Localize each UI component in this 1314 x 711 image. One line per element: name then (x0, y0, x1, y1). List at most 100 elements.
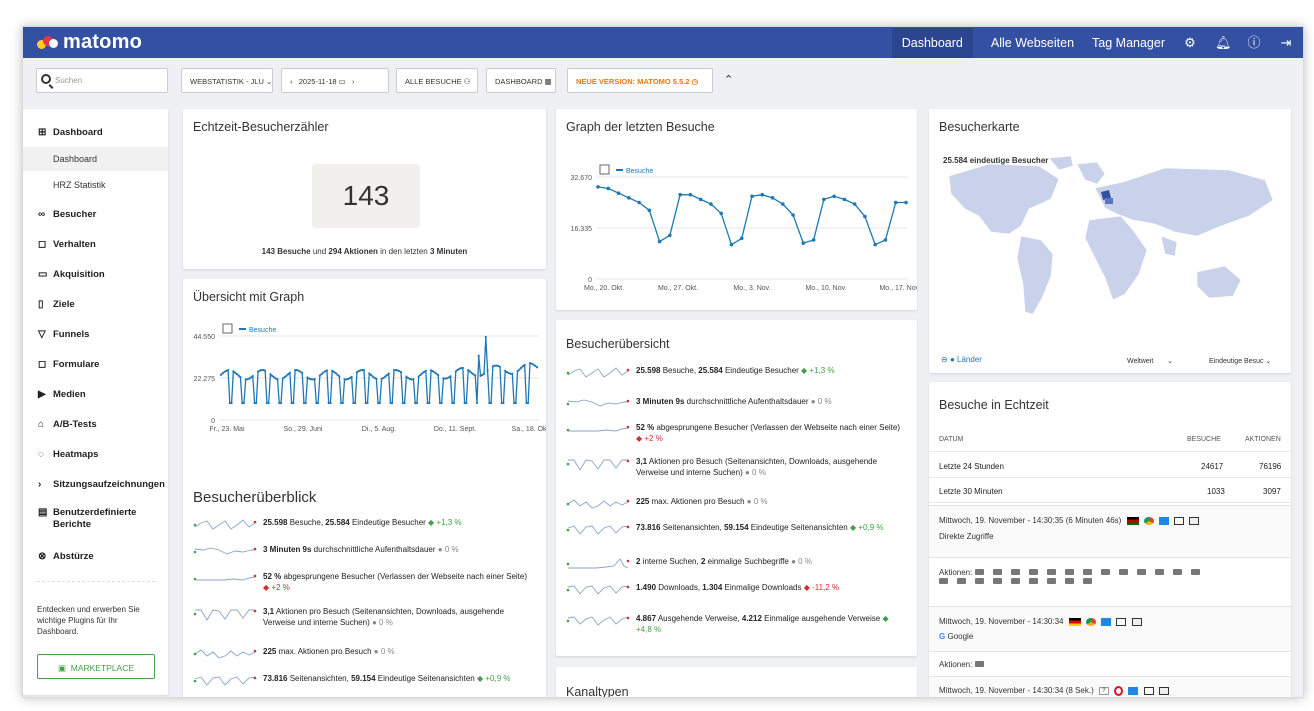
summary-row[interactable]: 4.867 Ausgehende Verweise, 4.212 Einmali… (566, 613, 906, 635)
summary-row[interactable]: 225 max. Aktionen pro Besuch ● 0 % (566, 496, 906, 512)
trend-icon: ● (435, 545, 445, 554)
sparkline-path (567, 585, 629, 595)
world-map[interactable] (929, 154, 1291, 344)
data-point (249, 376, 253, 379)
data-point (516, 370, 519, 373)
gear-icon[interactable]: ⚙ (1183, 35, 1197, 50)
summary-row[interactable]: 25.598 Besuche, 25.584 Eindeutige Besuch… (566, 365, 906, 381)
summary-row[interactable]: 225 max. Aktionen pro Besuch ● 0 % (193, 646, 533, 662)
summary-row[interactable]: 3 Minuten 9s durchschnittliche Aufenthal… (193, 544, 533, 560)
data-point (421, 372, 424, 375)
sparkline-end-dot (253, 676, 257, 680)
metric-value: 25.584 (325, 518, 350, 527)
toolbar: Suchen WEBSTATISTIK - JLU ⌄ ‹ 2025-11-18… (23, 58, 1303, 102)
sidebar-item-custom-reports[interactable]: ▤ Benutzerdefinierte Berichte (23, 507, 168, 531)
metric-label: abgesprungene Besucher (Verlassen der We… (281, 572, 528, 581)
metric-value: 225 (636, 497, 650, 506)
prev-period-icon[interactable]: ‹ (290, 77, 293, 86)
visit-entry[interactable]: Mittwoch, 19. November - 14:30:34 (8 Sek… (929, 676, 1291, 697)
metric-label: Eindeutige Seitenansichten (375, 674, 475, 683)
visitor-summary-widget: Besucherübersicht 25.598 Besuche, 25.584… (556, 320, 917, 656)
matomo-window: matomo Dashboard Alle Webseiten Tag Mana… (22, 26, 1304, 698)
sidebar-item-dashboard[interactable]: ⊞ Dashboard (23, 127, 168, 138)
trend-icon: ● (788, 557, 799, 566)
summary-text: 52 % abgesprungene Besucher (Verlassen d… (636, 422, 906, 444)
data-point (387, 372, 390, 375)
collapse-icon[interactable]: ⌃ (724, 73, 733, 86)
dashboard-menu-button[interactable]: DASHBOARD ▦ (486, 68, 556, 93)
summary-row[interactable]: 25.598 Besuche, 25.584 Eindeutige Besuch… (193, 517, 533, 533)
metric-label: Eindeutige Besucher (349, 518, 426, 527)
site-selector[interactable]: WEBSTATISTIK - JLU ⌄ (181, 68, 273, 93)
date-label: 2025-11-18 (298, 77, 337, 86)
sidebar-item-verhalten[interactable]: ◻ Verhalten (23, 239, 168, 250)
new-version-button[interactable]: NEUE VERSION: MATOMO 5.5.2 ◷ (567, 68, 713, 93)
data-point (498, 365, 502, 368)
channel-types-widget: Kanaltypen (556, 667, 917, 697)
nav-all-websites[interactable]: Alle Webseiten (991, 36, 1074, 50)
summary-row[interactable]: 3 Minuten 9s durchschnittliche Aufenthal… (566, 396, 906, 412)
info-icon[interactable]: ⓘ (1247, 35, 1261, 50)
visit-entry[interactable]: Mittwoch, 19. November - 14:30:35 (6 Min… (929, 505, 1291, 557)
data-point (893, 200, 898, 205)
sidebar-item-formulare[interactable]: ◻ Formulare (23, 359, 168, 370)
metric-label: max. Aktionen pro Besuch (649, 497, 745, 506)
sidebar-item-medien[interactable]: ▶ Medien (23, 389, 168, 400)
summary-row[interactable]: 1.490 Downloads, 1.304 Einmalige Downloa… (566, 582, 906, 598)
sparkline-icon (193, 574, 257, 581)
nav-dashboard[interactable]: Dashboard (891, 27, 973, 58)
bell-icon[interactable]: 🔔︎ (1215, 35, 1232, 50)
sidebar-sub-dashboard[interactable]: Dashboard (23, 147, 168, 171)
sparkline-end-dot (626, 616, 630, 620)
visit-entry[interactable]: Mittwoch, 19. November - 14:30:34 G Goog… (929, 606, 1291, 651)
visit-source: Direkte Zugriffe (939, 532, 994, 541)
sidebar-item-besucher[interactable]: ∞ Besucher (23, 209, 168, 220)
next-period-icon[interactable]: › (352, 77, 355, 86)
marketplace-button[interactable]: ▣ MARKETPLACE (37, 654, 155, 679)
segment-selector[interactable]: ALLE BESUCHE ⚇ (396, 68, 478, 93)
sidebar-sub-hrz[interactable]: HRZ Statistik (23, 180, 168, 190)
heatmap-icon: ◌ (38, 449, 44, 460)
sidebar-item-ab-tests[interactable]: ⌂ A/B-Tests (23, 419, 168, 430)
region-select[interactable]: Weltweit ⌄ (1127, 357, 1173, 365)
summary-row[interactable]: 52 % abgesprungene Besucher (Verlassen d… (193, 571, 533, 593)
metric-value: 3,1 (636, 457, 648, 466)
sparkline-end-dot (626, 499, 630, 503)
trend-icon: ● (369, 618, 380, 627)
zoom-out-icon[interactable]: ⊖ (941, 355, 948, 364)
pageview-icon (1136, 569, 1146, 575)
sidebar-item-heatmaps[interactable]: ◌ Heatmaps (23, 449, 168, 460)
matomo-logo[interactable]: matomo (37, 31, 142, 54)
summary-row[interactable]: 52 % abgesprungene Besucher (Verlassen d… (566, 422, 906, 444)
windows-icon (1159, 516, 1170, 525)
map-unique-visitors: 25.584 eindeutige Besucher (943, 156, 1049, 165)
search-placeholder: Suchen (55, 76, 83, 85)
data-point (511, 372, 514, 375)
countries-link[interactable]: ⊖ ● Länder (941, 355, 982, 364)
data-point (235, 372, 238, 376)
sidebar: ⊞ Dashboard Dashboard HRZ Statistik ∞ Besu… (23, 109, 168, 695)
sidebar-item-ziele[interactable]: ▯ Ziele (23, 299, 168, 310)
summary-row[interactable]: 3,1 Aktionen pro Besuch (Seitenansichten… (193, 606, 533, 628)
nav-tag-manager[interactable]: Tag Manager (1092, 36, 1165, 50)
search-input[interactable]: Suchen (36, 68, 168, 93)
y-tick-label: 0 (211, 418, 215, 425)
sidebar-item-sessions[interactable]: › Sitzungsaufzeichnungen (23, 479, 168, 490)
summary-row[interactable]: 73.816 Seitenansichten, 59.154 Eindeutig… (193, 673, 533, 689)
data-point (320, 372, 323, 376)
sidebar-item-akquisition[interactable]: ▭ Akquisition (23, 269, 168, 280)
metric-select[interactable]: Eindeutige Besuc ⌄ (1209, 357, 1271, 365)
data-point (354, 401, 357, 405)
sidebar-item-funnels[interactable]: ▽ Funnels (23, 329, 168, 340)
logout-icon[interactable]: ⇥ (1279, 35, 1293, 50)
sparkline-start-dot (566, 588, 570, 592)
visitor-count: 143 (312, 164, 420, 228)
summary-row[interactable]: 73.816 Seitenansichten, 59.154 Eindeutig… (566, 522, 906, 538)
summary-row[interactable]: 3,1 Aktionen pro Besuch (Seitenansichten… (566, 456, 906, 478)
metric-value: 59.154 (724, 523, 749, 532)
chart-type-icon (222, 323, 233, 334)
sidebar-item-crashes[interactable]: ⊗ Abstürze (23, 551, 168, 562)
summary-row[interactable]: 2 interne Suchen, 2 einmalige Suchbegrif… (566, 556, 906, 572)
date-selector[interactable]: ‹ 2025-11-18 ▭ › (281, 68, 389, 93)
metric-value: 4.212 (741, 614, 762, 623)
